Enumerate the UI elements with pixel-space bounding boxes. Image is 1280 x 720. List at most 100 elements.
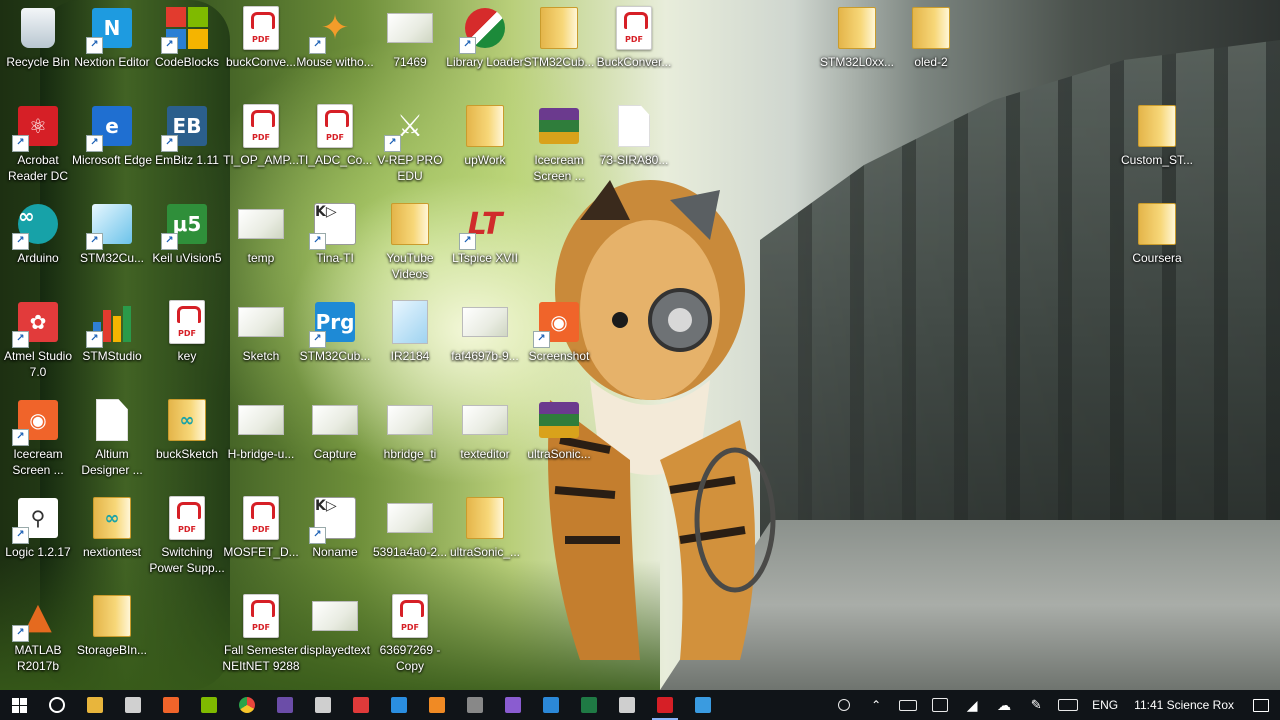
onedrive-icon[interactable]: ☁ (988, 690, 1020, 720)
desktop-icon[interactable]: 63697269 - Copy (372, 592, 448, 674)
desktop-icon[interactable]: ◉ ↗ Screenshot (521, 298, 597, 364)
display-icon[interactable] (924, 690, 956, 720)
cortana-button[interactable] (38, 690, 76, 720)
desktop-icon[interactable]: oled-2 (893, 4, 969, 70)
action-center-icon[interactable] (1242, 690, 1280, 720)
desktop-icon[interactable]: Switching Power Supp... (149, 494, 225, 576)
desktop-icon[interactable]: ⚲ ↗ Logic 1.2.17 (0, 494, 76, 560)
shield-icon (543, 697, 559, 713)
desktop-icon[interactable]: ▲ ↗ MATLAB R2017b (0, 592, 76, 674)
desktop-icon[interactable]: ↗ Library Loader (446, 4, 524, 70)
desktop-icon[interactable]: 71469 (372, 4, 448, 70)
clock[interactable]: 11:41 Science Rox (1126, 698, 1242, 712)
battery-icon[interactable] (892, 690, 924, 720)
desktop-icon[interactable]: displayedtext (297, 592, 373, 658)
chrome-icon (239, 697, 255, 713)
desktop-icon[interactable]: hbridge_ti (372, 396, 448, 462)
desktop-icon-label: MATLAB R2017b (14, 643, 62, 673)
vscode-icon (391, 697, 407, 713)
desktop-icon[interactable]: 73-SIRA80... (596, 102, 672, 168)
desktop-icon[interactable]: ↗ CodeBlocks (149, 4, 225, 70)
desktop-icon[interactable]: H-bridge-u... (223, 396, 299, 462)
app-icon (467, 697, 483, 713)
desktop-icon[interactable]: ✿ ↗ Atmel Studio 7.0 (0, 298, 76, 380)
codeblocks-taskbar-button[interactable] (190, 690, 228, 720)
desktop-icon[interactable]: Icecream Screen ... (521, 102, 597, 184)
desktop-icon[interactable]: BuckConver... (596, 4, 672, 70)
desktop-icon[interactable]: ◉ ↗ Icecream Screen ... (0, 396, 76, 478)
desktop-icon[interactable]: K▷ ↗ Tina-TI (297, 200, 373, 266)
desktop-icon[interactable]: Altium Designer ... (74, 396, 150, 478)
wifi-icon[interactable]: ◢ (956, 690, 988, 720)
app-pen-button[interactable] (608, 690, 646, 720)
desktop-icon[interactable]: ⚔ ↗ V-REP PRO EDU (372, 102, 448, 184)
desktop-icon[interactable]: Custom_ST... (1119, 102, 1195, 168)
matlab-taskbar-button[interactable] (418, 690, 456, 720)
app-grey-button[interactable] (456, 690, 494, 720)
desktop-icon[interactable]: temp (223, 200, 299, 266)
desktop-icon[interactable]: μ5 ↗ Keil uVision5 (149, 200, 225, 266)
winrar-icon (277, 697, 293, 713)
desktop-icon[interactable]: STM32L0xx... (819, 4, 895, 70)
desktop-icon[interactable]: MOSFET_D... (223, 494, 299, 560)
keyboard-icon[interactable] (1052, 690, 1084, 720)
defender-button[interactable] (532, 690, 570, 720)
desktop-icon[interactable]: TI_ADC_Co... (297, 102, 373, 168)
desktop-icon[interactable]: key (149, 298, 225, 364)
app-b-button[interactable] (304, 690, 342, 720)
windows-icon (11, 697, 27, 713)
language-indicator[interactable]: ENG (1084, 698, 1126, 712)
acrobat-taskbar-button[interactable] (646, 690, 684, 720)
desktop-icon[interactable]: 5391a4a0-2... (372, 494, 448, 560)
desktop-icon[interactable]: ultraSonic... (521, 396, 597, 462)
shortcut-arrow-icon: ↗ (309, 37, 326, 54)
desktop-icon[interactable]: EB ↗ EmBitz 1.11 (149, 102, 225, 168)
atmel-studio-icon: ✿ ↗ (12, 298, 62, 348)
start-button[interactable] (0, 690, 38, 720)
chevron-up-icon[interactable]: ⌃ (860, 690, 892, 720)
desktop-icon[interactable]: Coursera (1119, 200, 1195, 266)
desktop-icon[interactable]: ∞ ↗ Arduino (0, 200, 76, 266)
desktop-icon[interactable]: StorageBIn... (74, 592, 150, 658)
atmel-icon (353, 697, 369, 713)
app-purple-button[interactable] (266, 690, 304, 720)
chrome-button[interactable] (228, 690, 266, 720)
desktop-icon[interactable]: texteditor (447, 396, 523, 462)
recycle-bin-icon (14, 4, 62, 52)
desktop-icon[interactable]: TI_OP_AMP... (223, 102, 299, 168)
desktop-icon[interactable]: ultraSonic_... (447, 494, 523, 560)
people-icon[interactable] (828, 690, 860, 720)
desktop-icon[interactable]: faf4697b-9... (447, 298, 523, 364)
desktop-icon[interactable]: Sketch (223, 298, 299, 364)
desktop-icon[interactable]: ↗ STMStudio (74, 298, 150, 364)
calculator-button[interactable] (114, 690, 152, 720)
desktop-icon[interactable]: ✦ ↗ Mouse witho... (296, 4, 373, 70)
shield-app-button[interactable] (684, 690, 722, 720)
desktop-icon[interactable]: buckConve... (223, 4, 299, 70)
desktop-icon[interactable]: STM32Cub... (521, 4, 597, 70)
desktop-icon[interactable]: Prg ↗ STM32Cub... (297, 298, 373, 364)
app-orange-button[interactable] (152, 690, 190, 720)
desktop-icon[interactable]: IR2184 (372, 298, 448, 364)
image-icon (237, 200, 285, 248)
visual-studio-button[interactable] (494, 690, 532, 720)
desktop-icon[interactable]: LT ↗ LTspice XVII (447, 200, 523, 266)
desktop-icon[interactable]: Capture (297, 396, 373, 462)
desktop-icon[interactable]: K▷ ↗ Noname (297, 494, 373, 560)
pen-tray-icon[interactable]: ✎ (1020, 690, 1052, 720)
desktop-icon[interactable]: ↗ STM32Cu... (74, 200, 150, 266)
desktop-icon[interactable]: ∞ buckSketch (149, 396, 225, 462)
desktop-icon[interactable]: e ↗ Microsoft Edge (72, 102, 152, 168)
excel-button[interactable] (570, 690, 608, 720)
desktop-icon[interactable]: Fall Semester NEItNET 9288 (222, 592, 300, 674)
desktop-icon[interactable]: upWork (447, 102, 523, 168)
tina-ti-icon: K▷ ↗ (309, 494, 359, 544)
desktop-icon[interactable]: YouTube Videos (372, 200, 448, 282)
desktop-icon[interactable]: ⚛ ↗ Acrobat Reader DC (0, 102, 76, 184)
vscode-button[interactable] (380, 690, 418, 720)
desktop-icon[interactable]: N ↗ Nextion Editor (74, 4, 150, 70)
desktop-icon[interactable]: Recycle Bin (0, 4, 76, 70)
desktop-icon[interactable]: ∞ nextiontest (74, 494, 150, 560)
file-explorer-button[interactable] (76, 690, 114, 720)
app-red-button[interactable] (342, 690, 380, 720)
